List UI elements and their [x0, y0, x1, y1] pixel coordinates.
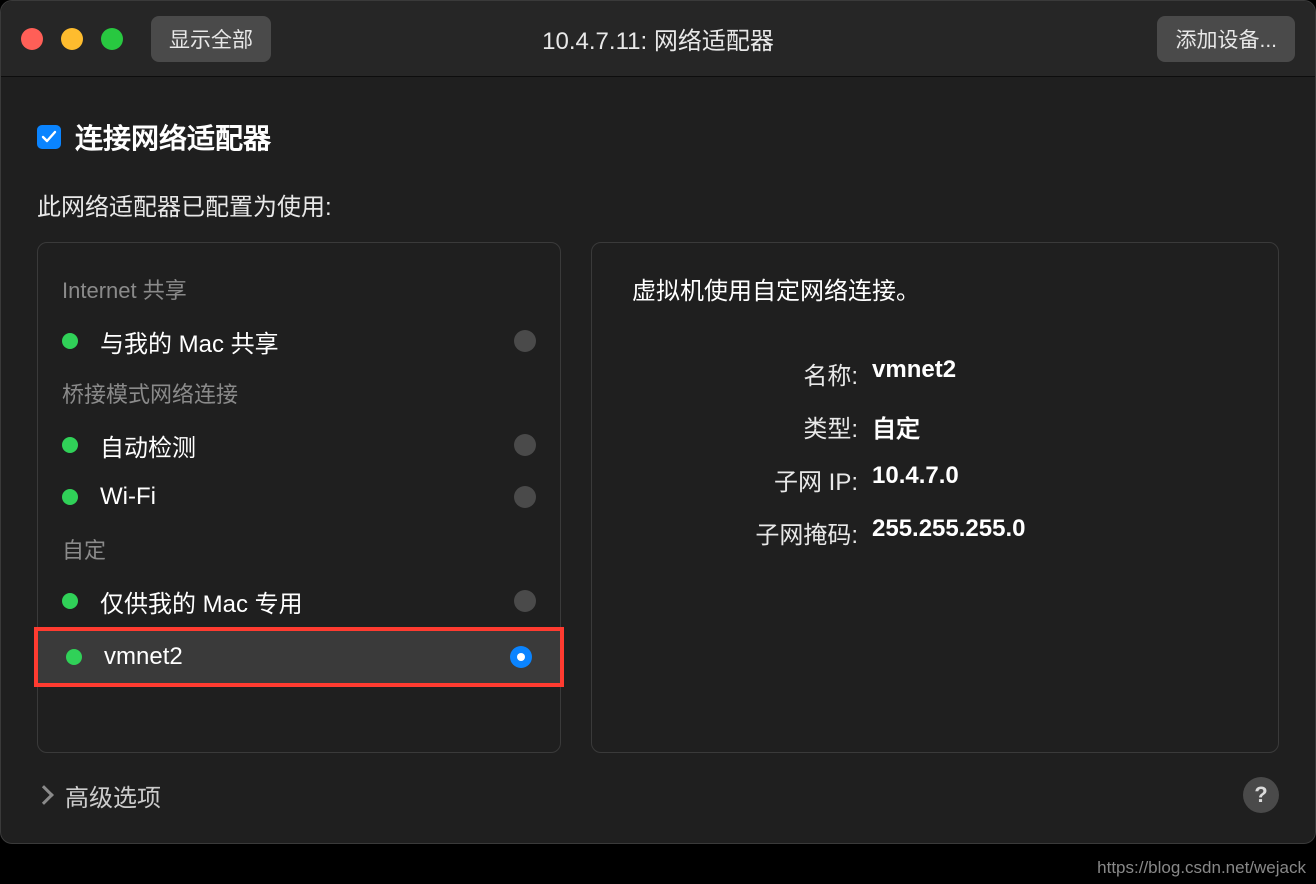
- net-item-mac-only[interactable]: 仅供我的 Mac 专用: [38, 575, 560, 627]
- connect-adapter-row: 连接网络适配器: [37, 117, 1279, 157]
- content-area: 连接网络适配器 此网络适配器已配置为使用: Internet 共享 与我的 Ma…: [1, 77, 1315, 843]
- net-item-label: vmnet2: [104, 643, 510, 671]
- network-list-panel: Internet 共享 与我的 Mac 共享 桥接模式网络连接 自动检测 Wi-…: [37, 242, 561, 753]
- group-custom: 自定: [38, 523, 560, 575]
- detail-description: 虚拟机使用自定网络连接。: [632, 271, 1238, 306]
- radio-vmnet2[interactable]: [510, 646, 532, 668]
- group-bridged: 桥接模式网络连接: [38, 367, 560, 419]
- settings-window: 显示全部 10.4.7.11: 网络适配器 添加设备... 连接网络适配器 此网…: [0, 0, 1316, 844]
- maximize-icon[interactable]: [101, 28, 123, 50]
- info-row-type: 类型: 自定: [632, 409, 1238, 444]
- connect-label: 连接网络适配器: [75, 117, 271, 157]
- radio-share-mac[interactable]: [514, 330, 536, 352]
- net-item-share-mac[interactable]: 与我的 Mac 共享: [38, 315, 560, 367]
- status-dot-icon: [62, 437, 78, 453]
- info-val: 自定: [872, 409, 920, 444]
- info-row-subnet-ip: 子网 IP: 10.4.7.0: [632, 462, 1238, 497]
- minimize-icon[interactable]: [61, 28, 83, 50]
- traffic-lights: [21, 28, 123, 50]
- info-val: 10.4.7.0: [872, 462, 959, 497]
- info-key: 类型:: [632, 409, 872, 444]
- close-icon[interactable]: [21, 28, 43, 50]
- net-item-auto-detect[interactable]: 自动检测: [38, 419, 560, 471]
- status-dot-icon: [66, 649, 82, 665]
- advanced-label: 高级选项: [65, 778, 161, 813]
- window-title: 10.4.7.11: 网络适配器: [542, 21, 774, 56]
- status-dot-icon: [62, 333, 78, 349]
- info-key: 子网掩码:: [632, 515, 872, 550]
- info-val: vmnet2: [872, 356, 956, 391]
- info-row-name: 名称: vmnet2: [632, 356, 1238, 391]
- net-item-vmnet2[interactable]: vmnet2: [38, 631, 560, 683]
- show-all-button[interactable]: 显示全部: [151, 16, 271, 62]
- net-item-label: 仅供我的 Mac 专用: [100, 584, 514, 619]
- add-device-button[interactable]: 添加设备...: [1157, 16, 1295, 62]
- net-item-label: 与我的 Mac 共享: [100, 324, 514, 359]
- config-subtitle: 此网络适配器已配置为使用:: [37, 187, 1279, 222]
- footer: 高级选项 ?: [37, 753, 1279, 813]
- net-item-wifi[interactable]: Wi-Fi: [38, 471, 560, 523]
- info-key: 名称:: [632, 356, 872, 391]
- check-icon: [41, 129, 57, 145]
- radio-wifi[interactable]: [514, 486, 536, 508]
- help-button[interactable]: ?: [1243, 777, 1279, 813]
- status-dot-icon: [62, 593, 78, 609]
- net-item-label: Wi-Fi: [100, 483, 514, 511]
- panels: Internet 共享 与我的 Mac 共享 桥接模式网络连接 自动检测 Wi-…: [37, 242, 1279, 753]
- status-dot-icon: [62, 489, 78, 505]
- radio-auto-detect[interactable]: [514, 434, 536, 456]
- info-val: 255.255.255.0: [872, 515, 1025, 550]
- highlight-box: vmnet2: [34, 627, 564, 687]
- connect-checkbox[interactable]: [37, 125, 61, 149]
- group-internet-share: Internet 共享: [38, 263, 560, 315]
- net-item-label: 自动检测: [100, 428, 514, 463]
- advanced-toggle[interactable]: 高级选项: [37, 778, 161, 813]
- detail-panel: 虚拟机使用自定网络连接。 名称: vmnet2 类型: 自定 子网 IP: 10…: [591, 242, 1279, 753]
- info-row-subnet-mask: 子网掩码: 255.255.255.0: [632, 515, 1238, 550]
- chevron-right-icon: [34, 785, 54, 805]
- radio-mac-only[interactable]: [514, 590, 536, 612]
- info-key: 子网 IP:: [632, 462, 872, 497]
- titlebar: 显示全部 10.4.7.11: 网络适配器 添加设备...: [1, 1, 1315, 77]
- watermark: https://blog.csdn.net/wejack: [1097, 858, 1306, 878]
